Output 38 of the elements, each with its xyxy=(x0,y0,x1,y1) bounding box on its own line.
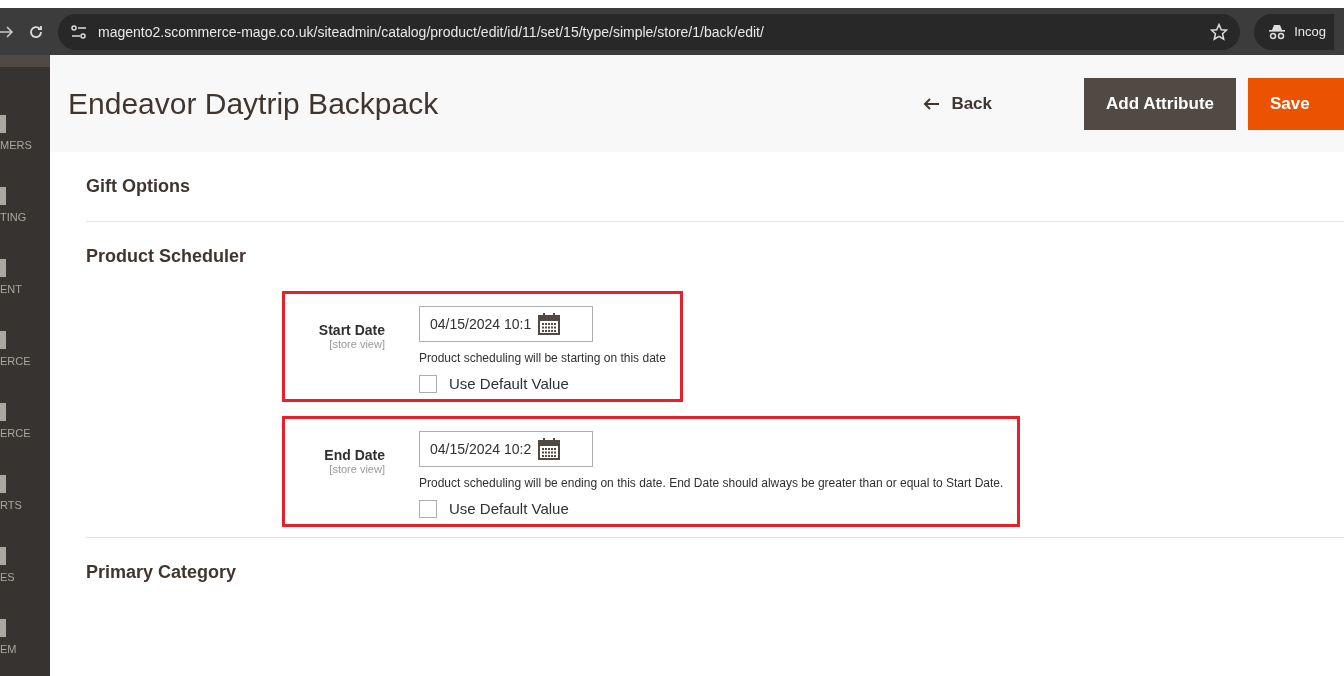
sidebar-item[interactable]: RTS xyxy=(0,499,22,511)
incognito-icon xyxy=(1268,23,1287,40)
add-attribute-button[interactable]: Add Attribute xyxy=(1084,77,1236,130)
date-field[interactable]: 04/15/2024 10:2 xyxy=(419,430,593,467)
field-label: Start Date xyxy=(318,322,385,338)
scope-label: [store view] xyxy=(329,338,385,350)
sidebar-item[interactable]: ENT xyxy=(0,283,22,295)
back-button[interactable]: Back xyxy=(917,92,999,115)
page-title: Endeavor Daytrip Backpack xyxy=(68,86,440,121)
section-title[interactable]: Product Scheduler xyxy=(86,222,1344,291)
checkbox[interactable] xyxy=(419,374,437,393)
section-title[interactable]: Primary Category xyxy=(86,537,1344,607)
url-text: magento2.scommerce-mage.co.uk/siteadmin/catalog/product/edit/id/11/set/15/type/simple/store/1/back/edit/ xyxy=(98,23,765,40)
sidebar-item[interactable]: MERS xyxy=(0,139,32,151)
sidebar-item[interactable]: ERCE xyxy=(0,427,31,439)
field-label: End Date xyxy=(324,446,385,463)
address-bar[interactable]: magento2.scommerce-mage.co.uk/siteadmin/catalog/product/edit/id/11/set/15/type/simple/store/1/back/edit/ xyxy=(58,13,1241,50)
star-icon[interactable] xyxy=(1210,22,1229,41)
field-note: Product scheduling will be ending on this date. End Date should always be greater than or equal to Start Date. xyxy=(419,474,1004,492)
section-title[interactable]: Gift Options xyxy=(86,152,1344,221)
checkbox[interactable] xyxy=(419,499,437,518)
site-settings-icon xyxy=(70,24,88,39)
scope-label: [store view] xyxy=(329,462,385,475)
checkbox-label[interactable]: Use Default Value xyxy=(449,375,569,393)
sidebar-item[interactable]: TING xyxy=(0,211,27,223)
sidebar-item[interactable]: EM xyxy=(0,643,17,655)
checkbox-label[interactable]: Use Default Value xyxy=(449,500,569,518)
incognito-badge[interactable]: Incog xyxy=(1254,13,1334,50)
sidebar-item[interactable]: ERCE xyxy=(0,355,31,367)
sidebar-item[interactable]: ES xyxy=(0,571,15,583)
arrow-left-icon xyxy=(923,97,940,110)
calendar-icon[interactable] xyxy=(537,312,562,336)
save-button[interactable]: Save xyxy=(1248,77,1344,130)
field-note: Product scheduling will be starting on this date xyxy=(419,350,666,367)
reload-icon[interactable] xyxy=(28,23,44,40)
calendar-icon[interactable] xyxy=(537,436,562,461)
date-field[interactable]: 04/15/2024 10:1 xyxy=(419,306,593,342)
forward-icon[interactable] xyxy=(0,25,14,38)
